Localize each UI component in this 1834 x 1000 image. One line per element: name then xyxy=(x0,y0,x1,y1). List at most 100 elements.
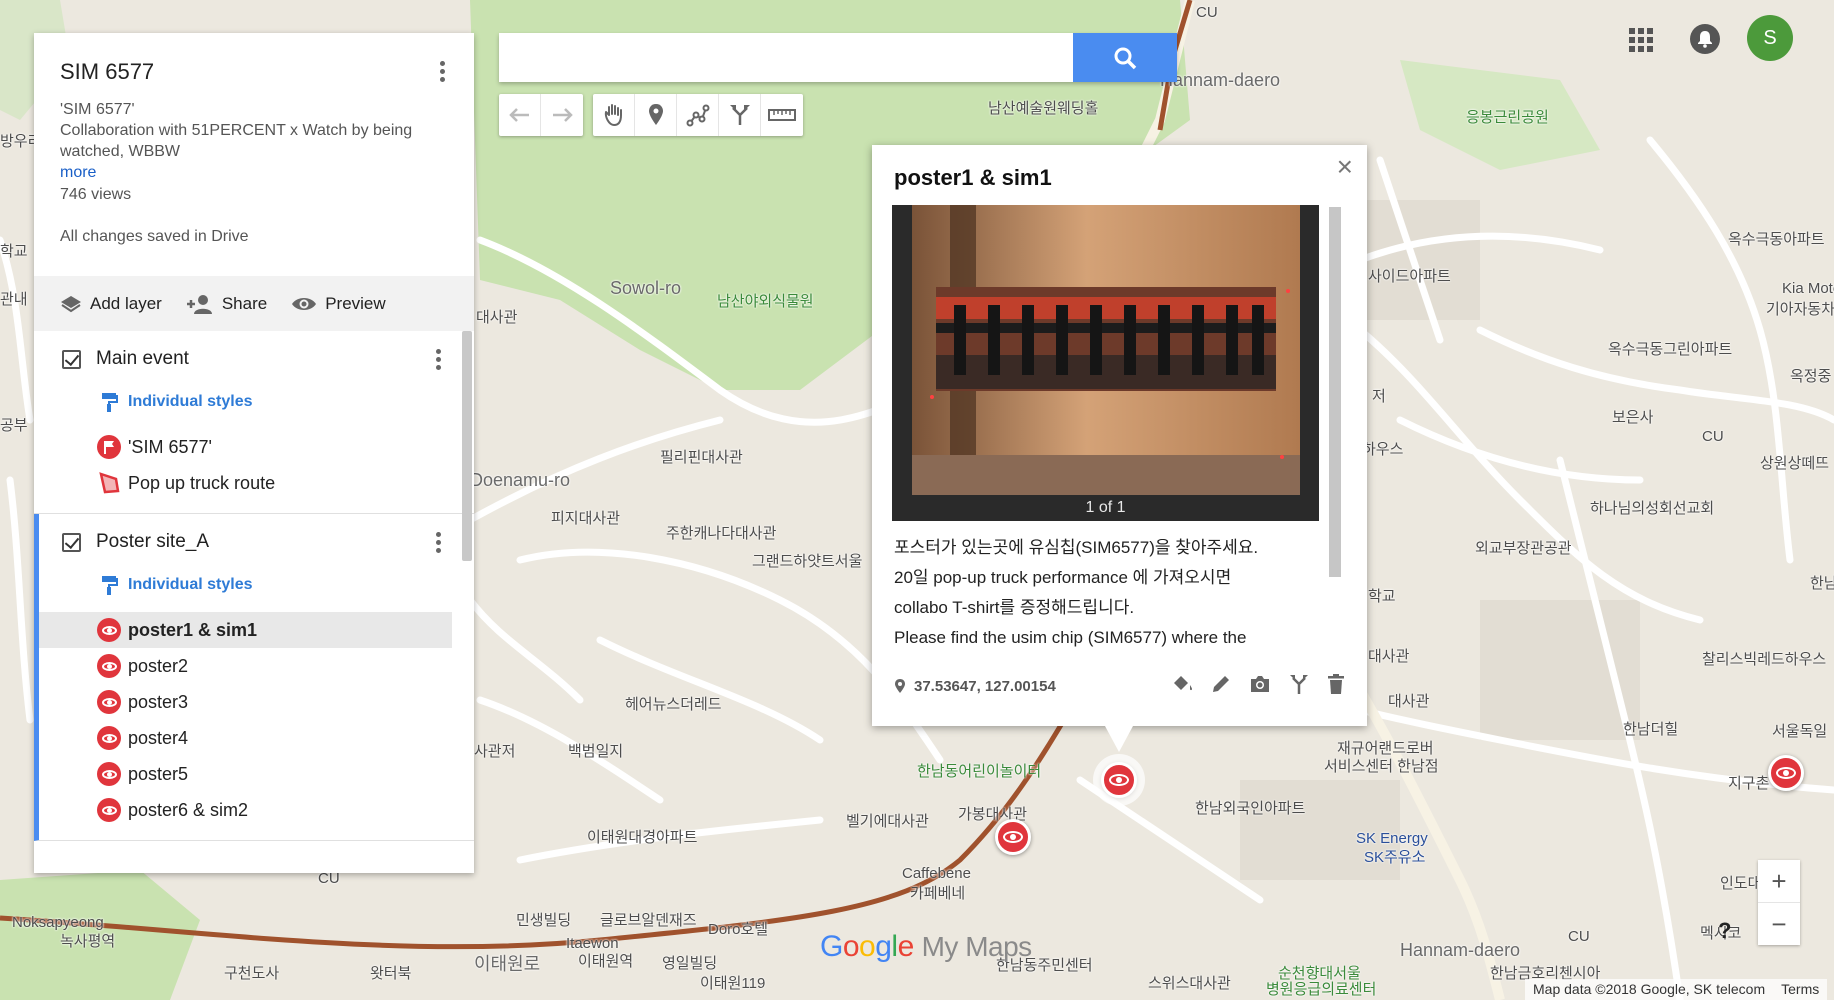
map-place-label[interactable]: 남산야외식물원 xyxy=(717,290,814,311)
map-place-label[interactable]: Caffebene xyxy=(902,865,971,882)
map-place-label[interactable]: 학교 xyxy=(1368,585,1396,606)
zoom-in-button[interactable]: + xyxy=(1758,860,1800,903)
list-item-poster4[interactable]: poster4 xyxy=(39,720,452,756)
map-place-label[interactable]: 대사관 xyxy=(476,306,517,327)
map-place-label[interactable]: CU xyxy=(1702,428,1724,445)
zoom-out-button[interactable]: − xyxy=(1758,903,1800,945)
feature-photo[interactable]: 1 of 1 xyxy=(892,205,1319,521)
map-place-label[interactable]: 이태원119 xyxy=(700,972,765,993)
map-place-label[interactable]: 응봉근린공원 xyxy=(1466,106,1549,127)
map-place-label[interactable]: Hannam-daero xyxy=(1160,70,1280,91)
map-place-label[interactable]: 왓터북 xyxy=(370,962,411,983)
map-place-label[interactable]: 주한캐나다대사관 xyxy=(666,522,776,543)
map-place-label[interactable]: 한남외국인아파트 xyxy=(1195,797,1305,818)
list-item-poster1[interactable]: poster1 & sim1 xyxy=(39,612,452,648)
map-place-label[interactable]: 글로브알덴재즈 xyxy=(600,909,697,930)
map-options-menu-icon[interactable] xyxy=(432,57,452,85)
map-place-label[interactable]: 이태원역 xyxy=(578,950,633,971)
map-place-label[interactable]: 하우스 xyxy=(1362,438,1403,459)
map-place-label[interactable]: 스위스대사관 xyxy=(1148,972,1231,993)
add-directions-button[interactable] xyxy=(719,94,761,136)
delete-trash-icon[interactable] xyxy=(1327,673,1345,700)
map-place-label[interactable]: 학교 xyxy=(0,240,28,261)
map-place-label[interactable]: 녹사평역 xyxy=(60,930,115,951)
map-place-label[interactable]: 관내 xyxy=(0,288,28,309)
draw-line-button[interactable] xyxy=(677,94,719,136)
directions-icon[interactable] xyxy=(1289,673,1309,700)
map-place-label[interactable]: 공부 xyxy=(0,414,28,435)
notifications-bell-icon[interactable] xyxy=(1690,24,1720,54)
layer-visibility-checkbox[interactable] xyxy=(62,532,81,552)
map-place-label[interactable]: Hannam-daero xyxy=(1400,940,1520,961)
search-button[interactable] xyxy=(1073,33,1177,82)
map-place-label[interactable]: 필리핀대사관 xyxy=(660,446,743,467)
map-title[interactable]: SIM 6577 xyxy=(60,59,448,85)
map-place-label[interactable]: 서울독일 xyxy=(1772,720,1827,741)
map-place-label[interactable]: 외교부장관공관 xyxy=(1475,537,1572,558)
map-place-label[interactable]: 옥수극동그린아파트 xyxy=(1608,338,1732,359)
add-layer-button[interactable]: Add layer xyxy=(60,294,162,314)
layer-styles-link[interactable]: Individual styles xyxy=(34,387,474,417)
layer-visibility-checkbox[interactable] xyxy=(62,349,81,369)
help-icon[interactable]: ? xyxy=(1718,918,1731,944)
map-place-label[interactable]: 옥수극동아파트 xyxy=(1728,228,1825,249)
undo-button[interactable] xyxy=(499,94,541,136)
map-place-label[interactable]: 사관저 xyxy=(474,740,515,761)
map-place-label[interactable]: 저 xyxy=(1372,385,1386,406)
list-item-poster3[interactable]: poster3 xyxy=(39,684,452,720)
map-place-label[interactable]: 구천도사 xyxy=(224,962,279,983)
map-place-label[interactable]: 대사관 xyxy=(1388,690,1429,711)
map-place-label[interactable]: 이태원로 xyxy=(474,950,540,976)
map-place-label[interactable]: 그랜드하얏트서울 xyxy=(752,550,862,571)
map-marker-poster3[interactable] xyxy=(1768,755,1804,791)
edit-pencil-icon[interactable] xyxy=(1211,674,1231,699)
preview-button[interactable]: Preview xyxy=(291,294,386,314)
map-place-label[interactable]: 옥정중 xyxy=(1790,365,1831,386)
camera-icon[interactable] xyxy=(1249,674,1271,699)
map-place-label[interactable]: 한남 xyxy=(1810,572,1834,593)
list-item-sim6577[interactable]: 'SIM 6577' xyxy=(34,429,452,465)
terms-link[interactable]: Terms xyxy=(1781,981,1819,998)
map-place-label[interactable]: Doro호텔 xyxy=(708,918,768,939)
map-place-label[interactable]: 기아자동차 옥 xyxy=(1766,298,1834,319)
layer-styles-link[interactable]: Individual styles xyxy=(39,570,474,600)
add-marker-button[interactable] xyxy=(635,94,677,136)
map-place-label[interactable]: 남산예술원웨딩홀 xyxy=(988,97,1098,118)
map-place-label[interactable]: 상원상떼뜨 xyxy=(1760,452,1829,473)
map-place-label[interactable]: 보은사 xyxy=(1612,406,1653,427)
map-place-label[interactable]: 지구촌 xyxy=(1728,772,1769,793)
map-place-label[interactable]: 영일빌딩 xyxy=(662,952,717,973)
redo-button[interactable] xyxy=(541,94,583,136)
map-place-label[interactable]: Doenamu-ro xyxy=(470,470,570,491)
list-item-poster6[interactable]: poster6 & sim2 xyxy=(39,792,452,828)
map-marker-poster1[interactable] xyxy=(1101,762,1137,798)
list-item-poster5[interactable]: poster5 xyxy=(39,756,452,792)
search-input[interactable] xyxy=(499,33,1073,82)
map-place-label[interactable]: 인도대 xyxy=(1720,872,1761,893)
share-button[interactable]: Share xyxy=(186,294,267,314)
map-place-label[interactable]: 이태원대경아파트 xyxy=(587,826,697,847)
layer-options-menu-icon[interactable] xyxy=(428,345,448,373)
close-icon[interactable]: × xyxy=(1337,153,1353,181)
map-place-label[interactable]: 백범일지 xyxy=(568,740,623,761)
apps-grid-icon[interactable] xyxy=(1629,28,1653,52)
map-place-label[interactable]: 카페베네 xyxy=(910,882,965,903)
layer-name[interactable]: Poster site_A xyxy=(96,531,209,553)
map-place-label[interactable]: CU xyxy=(1568,928,1590,945)
more-link[interactable]: more xyxy=(60,164,96,182)
map-place-label[interactable]: 병원응급의료센터 xyxy=(1266,978,1376,999)
map-place-label[interactable]: 찰리스빅레드하우스 xyxy=(1702,648,1826,669)
map-place-label[interactable]: 피지대사관 xyxy=(551,507,620,528)
map-place-label[interactable]: SK Energy xyxy=(1356,830,1428,847)
map-marker-poster2[interactable] xyxy=(995,819,1031,855)
map-place-label[interactable]: 사이드아파트 xyxy=(1368,265,1451,286)
map-place-label[interactable]: 하나님의성회선교회 xyxy=(1590,497,1714,518)
info-scrollbar[interactable] xyxy=(1329,207,1341,577)
map-place-label[interactable]: SK주유소 xyxy=(1364,846,1425,867)
map-place-label[interactable]: 한남더힐 xyxy=(1623,718,1678,739)
map-place-label[interactable]: CU xyxy=(1196,4,1218,21)
panel-scrollbar[interactable] xyxy=(462,331,472,561)
map-place-label[interactable]: 대사관 xyxy=(1368,645,1409,666)
map-place-label[interactable]: 서비스센터 한남점 xyxy=(1324,755,1439,776)
layer-options-menu-icon[interactable] xyxy=(428,528,448,556)
